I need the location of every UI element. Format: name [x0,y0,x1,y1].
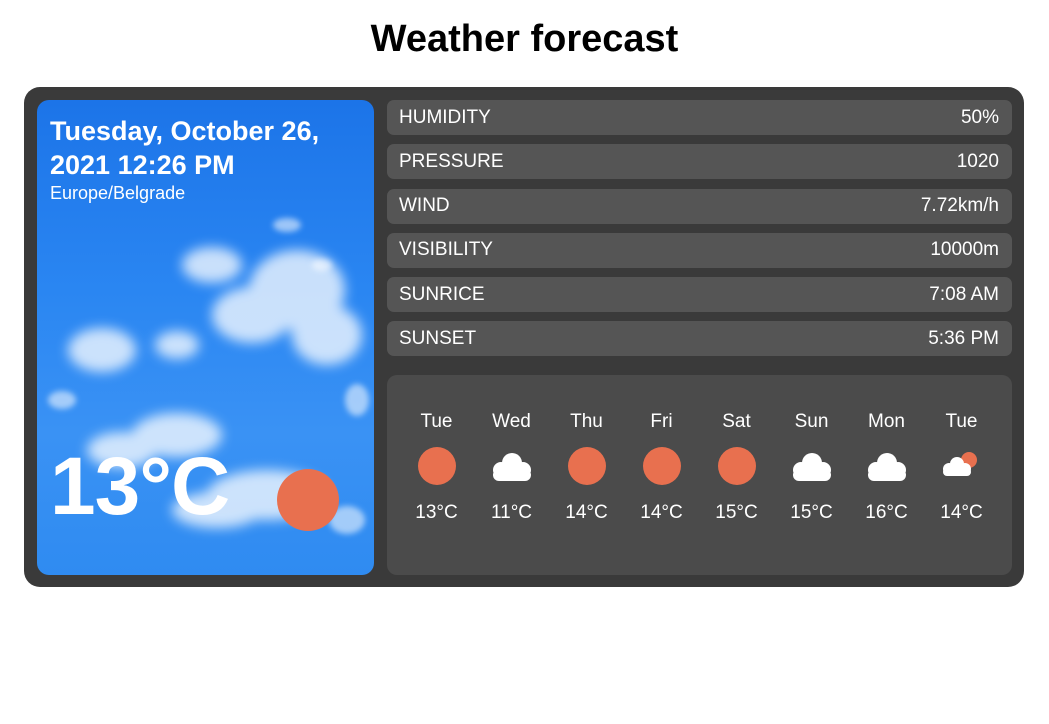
forecast-day-name: Fri [650,411,673,432]
stat-value: 7:08 AM [929,283,999,305]
current-date: Tuesday, October 26, 2021 12:26 PM [50,116,320,180]
current-temperature: 13°C [50,441,230,532]
sun-icon [642,447,681,485]
stat-value: 7.72km/h [920,195,999,217]
weather-stats-list: HUMIDITY 50% PRESSURE 1020 WIND 7.72km/h… [387,100,1012,366]
partly-cloudy-icon [942,452,977,476]
weather-card: Tuesday, October 26, 2021 12:26 PM Europ… [24,87,1024,587]
forecast-day: Mon 16°C [849,410,924,525]
stat-label: HUMIDITY [399,106,491,128]
forecast-day: Sun 15°C [774,410,849,525]
stat-value: 5:36 PM [928,327,999,349]
forecast-day: Sat 15°C [699,410,774,525]
forecast-day-temp: 15°C [715,502,758,523]
forecast-day-name: Tue [945,411,978,432]
forecast-day-temp: 14°C [640,502,683,523]
stat-label: SUNSET [399,327,477,349]
stat-value: 50% [960,106,999,128]
forecast-day-temp: 11°C [490,502,533,523]
cloud-icon [492,453,531,481]
stat-label: VISIBILITY [399,239,493,261]
stat-sunrise: SUNRICE 7:08 AM [387,277,1012,313]
forecast-day-name: Wed [492,411,531,432]
current-weather-panel: Tuesday, October 26, 2021 12:26 PM Europ… [37,100,374,575]
stat-pressure: PRESSURE 1020 [387,144,1012,180]
stat-wind: WIND 7.72km/h [387,188,1012,224]
sun-icon [417,447,456,485]
forecast-day-temp: 15°C [790,502,833,523]
forecast-day: Tue 13°C [399,410,474,525]
forecast-day-name: Tue [420,411,453,432]
forecast-day-name: Mon [868,411,905,432]
sun-icon [567,447,606,485]
forecast-day-temp: 14°C [565,502,608,523]
sun-icon [717,447,756,485]
stat-label: PRESSURE [399,150,504,172]
forecast-day: Thu 14°C [549,410,624,525]
weekly-forecast-panel: Tue 13°C Wed 11°C Thu 14°C Fri 14°C Sat … [387,375,1012,575]
stat-humidity: HUMIDITY 50% [387,100,1012,135]
forecast-day-name: Thu [570,411,603,432]
forecast-day-temp: 16°C [865,502,908,523]
stat-value: 1020 [956,150,999,172]
stat-label: WIND [399,195,450,217]
stat-sunset: SUNSET 5:36 PM [387,321,1012,357]
cloud-icon [792,453,831,481]
cloud-icon [867,453,906,481]
forecast-day-name: Sat [722,411,751,432]
stat-value: 10000m [930,239,999,261]
forecast-day-temp: 13°C [415,502,458,523]
stat-visibility: VISIBILITY 10000m [387,232,1012,268]
stat-label: SUNRICE [399,283,485,305]
forecast-day-temp: 14°C [940,502,983,523]
forecast-day-name: Sun [794,411,829,432]
page-title: Weather forecast [370,18,679,60]
forecast-day: Wed 11°C [474,410,549,525]
sun-icon [277,469,339,531]
forecast-day: Fri 14°C [624,410,699,525]
forecast-day: Tue 14°C [924,410,999,525]
current-timezone: Europe/Belgrade [50,183,186,203]
